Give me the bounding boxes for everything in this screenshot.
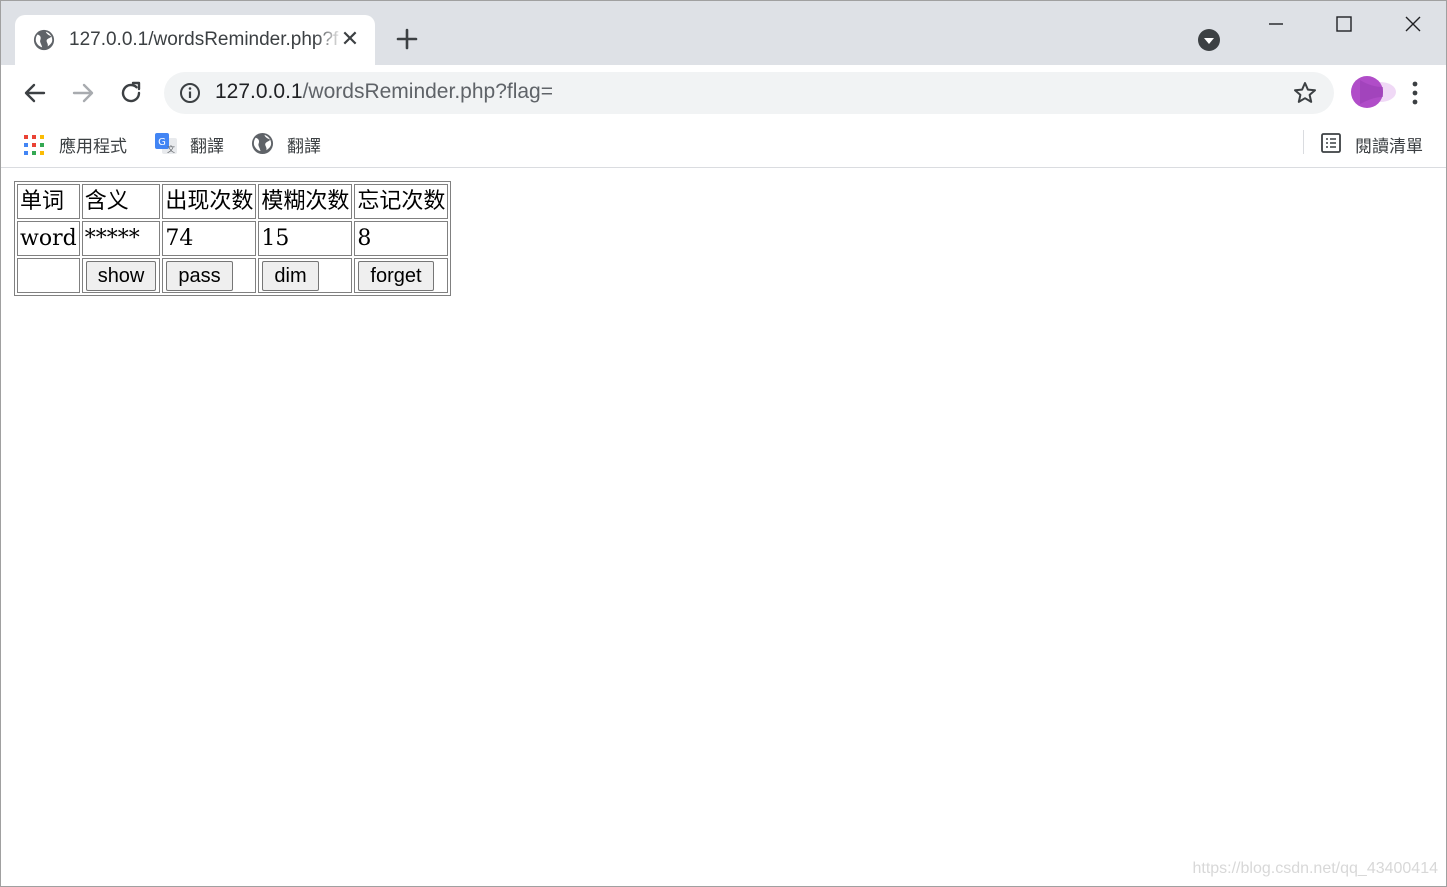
table-header-row: 单词 含义 出现次数 模糊次数 忘记次数	[17, 184, 449, 219]
header-appear-count: 出现次数	[162, 184, 257, 219]
star-icon[interactable]	[1292, 80, 1318, 106]
cell-show: show	[81, 258, 161, 293]
window-close-icon[interactable]	[1395, 11, 1431, 41]
dim-button[interactable]: dim	[262, 261, 319, 291]
cell-dim: dim	[258, 258, 353, 293]
url-host: 127.0.0.1	[215, 80, 303, 103]
bookmark-translate-2[interactable]: 翻譯	[251, 129, 341, 157]
bookmarks-bar: 應用程式 G 文 翻譯 翻譯 閱讀清單	[1, 121, 1446, 168]
words-table: 单词 含义 出现次数 模糊次数 忘记次数 word ***** 74 15 8 …	[14, 181, 452, 296]
google-translate-icon: G 文	[155, 133, 177, 154]
header-forget-count: 忘记次数	[354, 184, 449, 219]
globe-icon	[251, 132, 274, 155]
bookmarks-divider	[1303, 130, 1304, 154]
reading-list-icon	[1321, 133, 1341, 153]
avatar[interactable]	[1350, 75, 1398, 109]
new-tab-plus-icon[interactable]	[393, 25, 421, 53]
forward-arrow-icon[interactable]	[67, 77, 99, 109]
browser-toolbar: 127.0.0.1/wordsReminder.php?flag=	[1, 65, 1446, 121]
cell-dim-count: 15	[258, 221, 353, 256]
bookmark-apps[interactable]: 應用程式	[23, 129, 143, 157]
cell-forget: forget	[354, 258, 449, 293]
info-icon[interactable]	[178, 81, 202, 105]
minimize-icon[interactable]	[1259, 11, 1293, 41]
tab-close-icon[interactable]: ✕	[340, 29, 360, 51]
tab-title: 127.0.0.1/wordsReminder.php?flag=	[69, 29, 339, 50]
cell-forget-count: 8	[354, 221, 449, 256]
reading-list-button[interactable]: 閱讀清單	[1319, 129, 1435, 157]
menu-dots-icon[interactable]	[1405, 79, 1425, 107]
show-button[interactable]: show	[85, 261, 157, 291]
cell-meaning: *****	[81, 221, 161, 256]
url-path: /wordsReminder.php?flag=	[302, 80, 553, 103]
bookmark-translate-1[interactable]: G 文 翻譯	[154, 129, 242, 157]
svg-text:文: 文	[167, 144, 175, 154]
globe-icon	[33, 29, 55, 51]
bookmark-label: 翻譯	[190, 137, 224, 157]
cell-pass: pass	[162, 258, 257, 293]
tab-search-icon[interactable]	[1198, 29, 1220, 51]
page-content: 单词 含义 出现次数 模糊次数 忘记次数 word ***** 74 15 8 …	[1, 168, 1446, 886]
table-row: word ***** 74 15 8	[17, 221, 449, 256]
address-bar[interactable]: 127.0.0.1/wordsReminder.php?flag=	[164, 72, 1334, 114]
watermark: https://blog.csdn.net/qq_43400414	[1192, 860, 1438, 877]
pass-button[interactable]: pass	[166, 261, 233, 291]
url-text[interactable]: 127.0.0.1/wordsReminder.php?flag=	[215, 80, 553, 104]
cell-word: word	[17, 221, 80, 256]
cell-empty	[17, 258, 80, 293]
reload-icon[interactable]	[115, 77, 147, 109]
table-actions-row: show pass dim forget	[17, 258, 449, 293]
header-meaning: 含义	[81, 184, 161, 219]
tab-title-fade	[315, 25, 343, 57]
reading-list-label: 閱讀清單	[1355, 137, 1423, 157]
tab-strip: 127.0.0.1/wordsReminder.php?flag= ✕	[1, 1, 1446, 65]
apps-grid-icon	[24, 135, 44, 155]
bookmark-label: 應用程式	[59, 137, 127, 157]
active-tab[interactable]: 127.0.0.1/wordsReminder.php?flag= ✕	[15, 15, 375, 65]
header-dim-count: 模糊次数	[258, 184, 353, 219]
svg-text:G: G	[158, 137, 166, 148]
bookmark-label: 翻譯	[287, 137, 321, 157]
back-arrow-icon[interactable]	[19, 77, 51, 109]
browser-window: 127.0.0.1/wordsReminder.php?flag= ✕	[0, 0, 1447, 887]
maximize-icon[interactable]	[1327, 11, 1361, 41]
header-word: 单词	[17, 184, 80, 219]
forget-button[interactable]: forget	[358, 261, 434, 291]
cell-appear-count: 74	[162, 221, 257, 256]
